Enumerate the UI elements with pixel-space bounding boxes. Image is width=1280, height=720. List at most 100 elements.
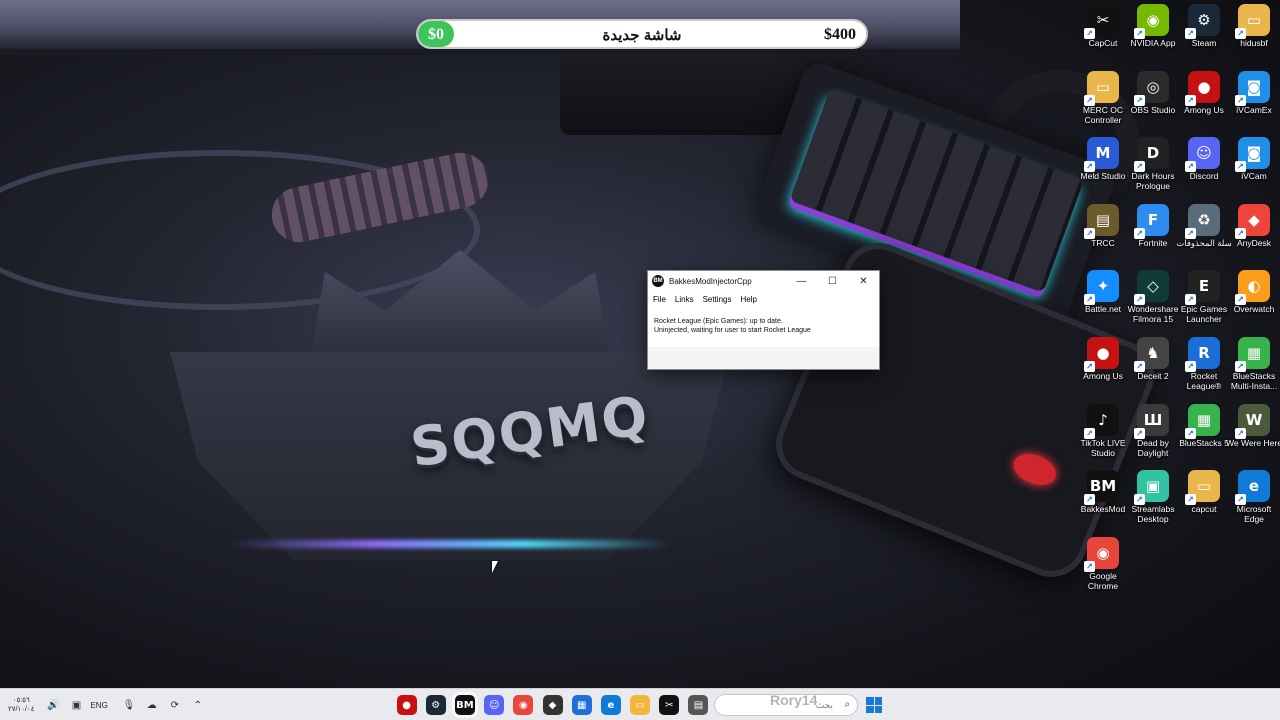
desktop-icon-label: Discord	[1189, 171, 1219, 182]
desktop-icon-folder[interactable]: ▭ ↗ capcut	[1179, 470, 1229, 514]
desktop-icon-bakkesmod[interactable]: BM ↗ BakkesMod	[1078, 470, 1128, 514]
shortcut-arrow-icon: ↗	[1084, 560, 1095, 572]
desktop-icon-label: Deceit 2	[1137, 371, 1169, 381]
desktop-icon-tiktok[interactable]: ♪ ↗ TikTok LIVE Studio	[1078, 403, 1128, 458]
shortcut-arrow-icon: ↗	[1084, 161, 1095, 173]
desktop-icon-label: سلة المحذوفات	[1176, 237, 1232, 248]
desktop-icon-chrome[interactable]: ◉ ↗ Google Chrome	[1078, 536, 1128, 591]
desktop-icon-overwatch[interactable]: ◐ ↗ Overwatch	[1229, 270, 1279, 314]
minimize-button[interactable]: —	[786, 271, 817, 291]
sync-icon[interactable]: ⟳	[166, 700, 184, 711]
taskbar-among-us-icon[interactable]: ●	[396, 695, 417, 715]
shortcut-arrow-icon: ↗	[1134, 427, 1145, 439]
meld-icon: M ↗	[1084, 137, 1119, 173]
shortcut-arrow-icon: ↗	[1235, 94, 1246, 106]
bluestacks-icon: ▦ ↗	[1235, 337, 1270, 372]
taskbar: ٠٥:٥٦ ٢٧/١٠/٠٤ 🔊 ▣ ENG 🎙 ☁ ⟳ ⌃ ● ⚙ BM ☺ ◉ ◆ ▦ e…	[0, 688, 1280, 720]
overwatch-icon: ◐ ↗	[1235, 270, 1270, 306]
menu-file[interactable]: File	[653, 295, 666, 304]
desktop-icon-rocket-league[interactable]: R ↗ Rocket League®	[1179, 337, 1229, 391]
desktop-icon-label: Meld Studio	[1080, 171, 1126, 182]
desktop-icon-dark-hours[interactable]: D ↗ Dark Hours Prologue	[1128, 137, 1178, 191]
shortcut-arrow-icon: ↗	[1185, 427, 1196, 439]
desktop-icon-streamlabs[interactable]: ▣ ↗ Streamlabs Desktop	[1128, 470, 1178, 524]
shortcut-arrow-icon: ↗	[1185, 494, 1196, 506]
shortcut-arrow-icon: ↗	[1235, 294, 1246, 306]
desktop-icon-bluestacks[interactable]: ▦ ↗ BlueStacks Multi-Insta...	[1229, 337, 1279, 391]
desktop-icon-folder[interactable]: ▭ ↗ hidusbf	[1229, 4, 1279, 48]
desktop-icon-label: Among Us	[1083, 371, 1123, 381]
shortcut-arrow-icon: ↗	[1134, 227, 1145, 239]
desktop-icon-folder[interactable]: ▭ ↗ MERC OC Controller	[1078, 70, 1128, 125]
desktop-icon-trcc[interactable]: ▤ ↗ TRCC	[1078, 203, 1128, 248]
maximize-button[interactable]: ☐	[817, 271, 848, 291]
desktop-icon-discord[interactable]: ☺ ↗ Discord	[1179, 137, 1229, 181]
desktop-icon-fortnite[interactable]: F ↗ Fortnite	[1128, 203, 1178, 248]
desktop-icon-label: Battle.net	[1085, 304, 1121, 315]
desktop-icon-anydesk[interactable]: ◆ ↗ AnyDesk	[1229, 203, 1279, 248]
folder-icon: ▭ ↗	[1235, 4, 1270, 39]
shortcut-arrow-icon: ↗	[1084, 361, 1095, 372]
desktop-icon-epic-games[interactable]: E ↗ Epic Games Launcher	[1179, 270, 1229, 324]
menu-links[interactable]: Links	[675, 295, 694, 304]
desktop-icon-meld[interactable]: M ↗ Meld Studio	[1078, 137, 1128, 181]
menu-settings[interactable]: Settings	[703, 295, 732, 304]
clock-date: ٢٧/١٠/٠٤	[8, 706, 35, 713]
desktop-icon-recycle-bin[interactable]: ♻ ↗ سلة المحذوفات	[1176, 203, 1232, 248]
desktop-icon-bluestacks[interactable]: ▦ ↗ BlueStacks 5	[1179, 403, 1229, 448]
status-line-injection: Uninjected, waiting for user to start Ro…	[654, 327, 811, 334]
desktop-icon-label: TRCC	[1091, 237, 1115, 248]
taskbar-file-explorer-icon[interactable]: ▭	[630, 695, 651, 715]
dark-hours-icon: D ↗	[1134, 137, 1169, 173]
desktop-icon-we-were-here[interactable]: W ↗ We Were Here	[1226, 403, 1280, 448]
window-footer	[648, 347, 879, 369]
network-icon[interactable]: ☁	[143, 700, 161, 711]
taskbar-discord-icon[interactable]: ☺	[484, 695, 505, 715]
shortcut-arrow-icon: ↗	[1185, 28, 1196, 39]
taskbar-clock[interactable]: ٠٥:٥٦ ٢٧/١٠/٠٤	[8, 696, 34, 714]
close-button[interactable]: ✕	[848, 271, 879, 291]
start-button[interactable]	[866, 697, 882, 713]
search-icon: ⌕	[844, 699, 850, 710]
display-icon[interactable]: ▣	[67, 700, 85, 711]
taskbar-steam-icon[interactable]: ⚙	[425, 695, 446, 715]
desktop-icon-label: Rocket League®	[1186, 371, 1222, 391]
desktop-icon-obs[interactable]: ◎ ↗ OBS Studio	[1128, 70, 1178, 115]
chevron-up-icon[interactable]: ⌃	[189, 700, 207, 711]
taskbar-store-icon[interactable]: ▦	[571, 695, 592, 715]
desktop-icon-capcut[interactable]: ✂ ↗ CapCut	[1078, 4, 1128, 48]
taskbar-bakkesmod-icon[interactable]: BM	[454, 695, 475, 715]
taskbar-notepad-icon[interactable]: ▤	[688, 695, 709, 715]
obs-icon: ◎ ↗	[1134, 70, 1169, 106]
desktop-icon-steam[interactable]: ⚙ ↗ Steam	[1179, 4, 1229, 48]
desktop-icon-ivcam[interactable]: ◙ ↗ iVCam	[1229, 137, 1279, 181]
desktop-icon-edge[interactable]: e ↗ Microsoft Edge	[1229, 470, 1279, 524]
shortcut-arrow-icon: ↗	[1084, 28, 1095, 39]
shortcut-arrow-icon: ↗	[1235, 361, 1246, 372]
language-indicator[interactable]: ENG	[90, 701, 107, 710]
bakkesmod-injector-window[interactable]: BM BakkesModInjectorCpp — ☐ ✕ File Links…	[647, 270, 880, 370]
shortcut-arrow-icon: ↗	[1084, 294, 1095, 306]
taskbar-capcut-icon[interactable]: ✂	[659, 695, 680, 715]
menu-help[interactable]: Help	[740, 295, 756, 304]
desktop-icon-ivcam[interactable]: ◙ ↗ iVCamEx	[1229, 70, 1279, 115]
desktop-icon-label: MERC OC Controller	[1082, 104, 1124, 125]
taskbar-epic-games-icon[interactable]: ◆	[542, 695, 563, 715]
desktop-icon-label: Streamlabs Desktop	[1131, 504, 1175, 525]
desktop-icon-deceit[interactable]: ♞ ↗ Deceit 2	[1128, 337, 1178, 381]
volume-icon[interactable]: 🔊	[44, 700, 62, 711]
donation-progress-bar: $0 شاشة جديدة $400	[416, 19, 868, 49]
desktop-icon-filmora[interactable]: ◇ ↗ Wondershare Filmora 15	[1128, 270, 1178, 324]
microphone-icon[interactable]: 🎙	[120, 700, 138, 711]
taskbar-edge-icon[interactable]: e	[600, 695, 621, 715]
deceit-icon: ♞ ↗	[1134, 337, 1169, 372]
desktop-icon-label: Epic Games Launcher	[1180, 304, 1228, 325]
taskbar-chrome-icon[interactable]: ◉	[513, 695, 534, 715]
desktop-icon-dbd[interactable]: Ш ↗ Dead by Daylight	[1128, 403, 1178, 458]
filmora-icon: ◇ ↗	[1134, 270, 1169, 306]
desktop-icon-battlenet[interactable]: ✦ ↗ Battle.net	[1078, 270, 1128, 314]
desktop-icon-among-us[interactable]: ● ↗ Among Us	[1179, 70, 1229, 115]
desktop-icon-nvidia[interactable]: ◉ ↗ NVIDIA App	[1128, 4, 1178, 48]
desktop-icon-among-us[interactable]: ● ↗ Among Us	[1078, 337, 1128, 381]
window-titlebar[interactable]: BM BakkesModInjectorCpp — ☐ ✕	[648, 271, 879, 291]
